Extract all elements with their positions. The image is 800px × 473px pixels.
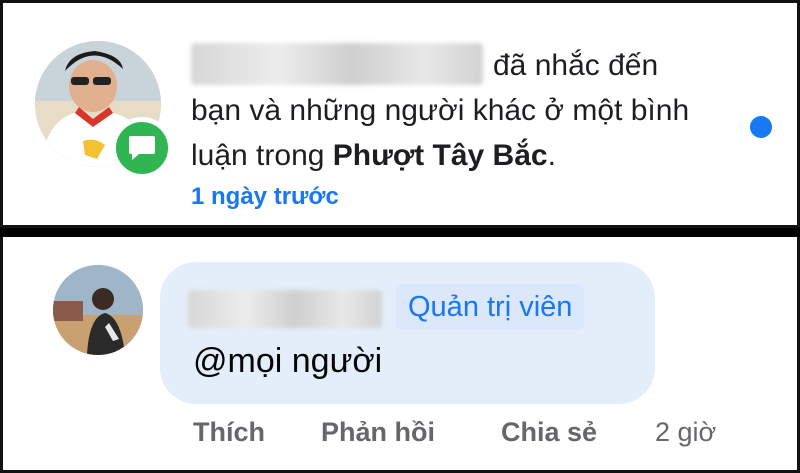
notification-period: . [547,139,556,172]
comment-time[interactable]: 2 giờ [655,417,716,448]
section-divider [0,228,800,237]
group-name[interactable]: Phượt Tây Bắc [333,139,548,172]
admin-badge: Quản trị viên [396,284,585,330]
notification-item[interactable]: đã nhắc đến bạn và những người khác ở mộ… [0,0,800,228]
comment-item: Quản trị viên @mọi người Thích Phản hồi … [0,237,800,473]
share-button[interactable]: Chia sẻ [501,417,597,448]
unread-indicator [750,116,772,138]
blurred-commenter-name [188,290,382,328]
comment-bubble: Quản trị viên @mọi người [160,262,655,404]
notification-text: đã nhắc đến bạn và những người khác ở mộ… [191,43,691,178]
like-button[interactable]: Thích [193,417,265,448]
comment-text: @mọi người [193,342,383,380]
commenter-avatar[interactable] [53,265,143,355]
blurred-username [191,43,483,86]
notification-time: 1 ngày trước [191,183,339,210]
message-bubble-icon [111,117,173,179]
commenter-photo [53,265,143,355]
reply-button[interactable]: Phản hồi [321,417,435,448]
